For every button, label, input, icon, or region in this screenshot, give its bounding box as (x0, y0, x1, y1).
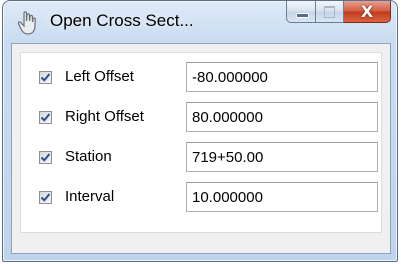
left-offset-input[interactable]: -80.000000 (186, 62, 378, 92)
station-checkbox[interactable] (39, 151, 52, 164)
title-bar[interactable]: Open Cross Sect... X (3, 1, 397, 43)
right-offset-input[interactable]: 80.000000 (186, 102, 378, 132)
left-offset-row: Left Offset -80.000000 (21, 61, 381, 99)
right-offset-row: Right Offset 80.000000 (21, 101, 381, 139)
dialog-body: Left Offset -80.000000 Right Offset 80.0… (11, 43, 391, 254)
minimize-button[interactable] (286, 1, 316, 23)
left-offset-label: Left Offset (65, 68, 134, 85)
interval-label: Interval (65, 188, 115, 205)
right-offset-label: Right Offset (65, 108, 144, 125)
settings-panel: Left Offset -80.000000 Right Offset 80.0… (20, 52, 382, 233)
checkmark-icon (40, 113, 51, 122)
station-label: Station (65, 148, 112, 165)
checkmark-icon (40, 73, 51, 82)
minimize-icon (296, 13, 309, 18)
maximize-button[interactable] (316, 1, 344, 23)
close-icon: X (360, 2, 374, 21)
left-offset-checkbox[interactable] (39, 71, 52, 84)
station-input[interactable]: 719+50.00 (186, 142, 378, 172)
checkmark-icon (40, 153, 51, 162)
maximize-icon (324, 6, 335, 18)
window-title: Open Cross Sect... (50, 11, 194, 30)
dialog-window: Open Cross Sect... X Left Offset -80.000… (2, 0, 398, 262)
hand-pointer-icon[interactable] (17, 10, 39, 36)
right-offset-checkbox[interactable] (39, 111, 52, 124)
caption-buttons: X (286, 1, 391, 25)
interval-checkbox[interactable] (39, 191, 52, 204)
checkmark-icon (40, 193, 51, 202)
interval-row: Interval 10.000000 (21, 181, 381, 219)
interval-input[interactable]: 10.000000 (186, 182, 378, 212)
station-row: Station 719+50.00 (21, 141, 381, 179)
close-button[interactable]: X (344, 1, 391, 23)
